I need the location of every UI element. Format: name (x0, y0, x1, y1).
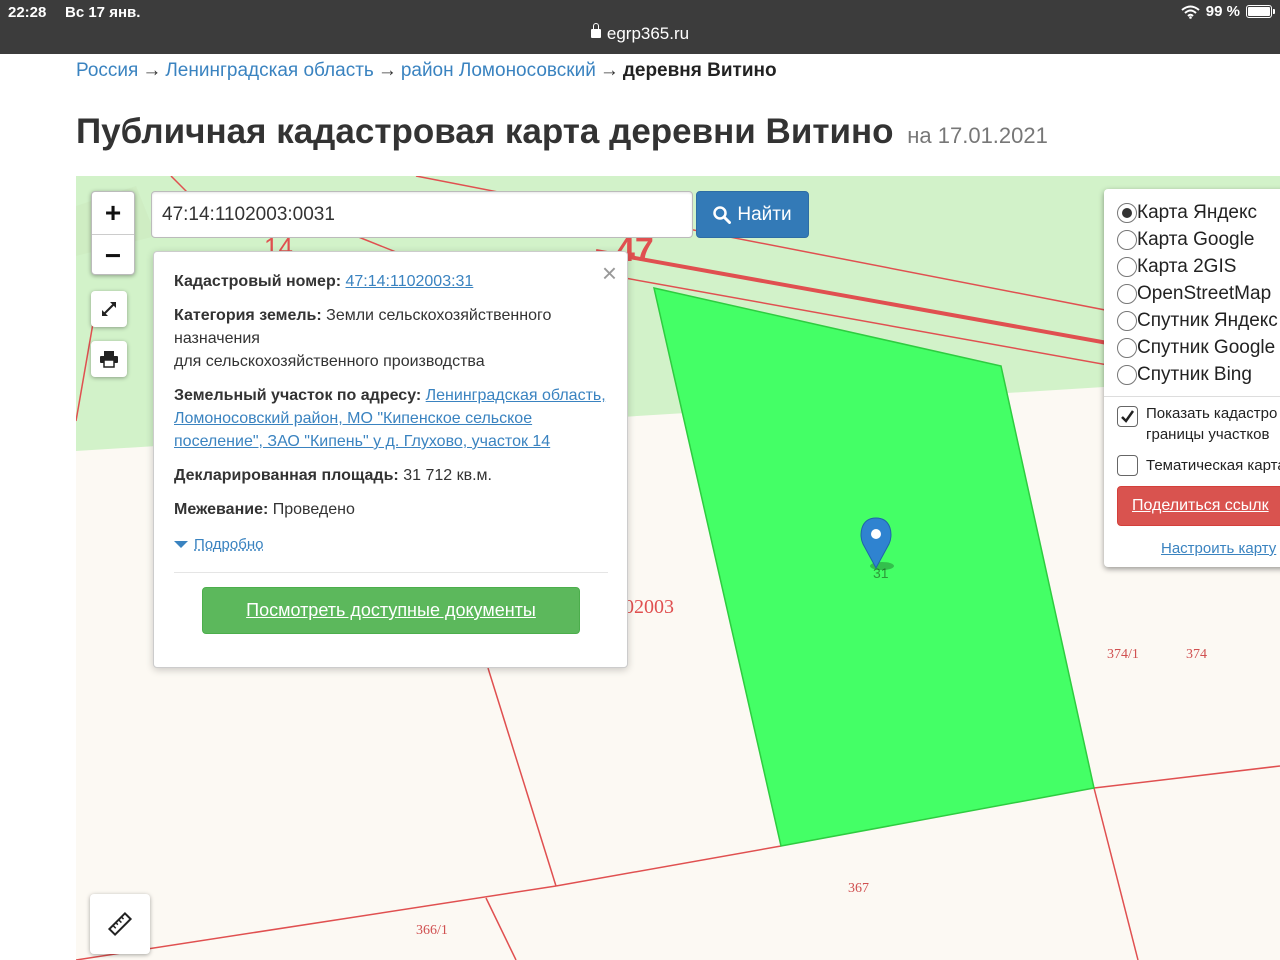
area-label: Декларированная площадь: (174, 467, 399, 484)
show-borders-label: Показать кадастро границы участков (1146, 403, 1277, 445)
checkbox-checked-icon[interactable] (1117, 406, 1138, 427)
radio-icon[interactable] (1117, 229, 1137, 250)
cadastral-number-link[interactable]: 47:14:1102003:31 (346, 273, 474, 290)
layer-option-label: Спутник Яндекс (1137, 309, 1278, 331)
map-label-374-1: 374/1 (1107, 647, 1139, 662)
layer-option-label: Спутник Bing (1137, 363, 1252, 385)
cadastral-number-row: Кадастровый номер: 47:14:1102003:31 (174, 270, 608, 293)
land-category-label: Категория земель: (174, 307, 322, 324)
layer-option-label: Карта Яндекс (1137, 201, 1258, 223)
layer-option-google-map[interactable]: Карта Google (1117, 226, 1280, 253)
radio-icon[interactable] (1117, 310, 1137, 331)
battery-icon (1246, 5, 1275, 18)
address-label: Земельный участок по адресу: (174, 387, 422, 404)
breadcrumb-region[interactable]: Ленинградская область (165, 60, 374, 81)
layer-option-label: Спутник Google (1137, 336, 1276, 358)
breadcrumb-separator: → (377, 60, 397, 81)
map-boundary-f (1093, 765, 1280, 789)
address-row: Земельный участок по адресу: Ленинградск… (174, 384, 608, 453)
zoom-control: + − (91, 191, 135, 275)
map-boundary-d (485, 897, 517, 960)
map-label-374: 374 (1186, 647, 1207, 662)
layer-option-label: OpenStreetMap (1137, 282, 1272, 304)
status-right: 99 % (1181, 3, 1275, 20)
layer-option-osm[interactable]: OpenStreetMap (1117, 280, 1280, 307)
thematic-map-label: Тематическая карта (1146, 457, 1280, 474)
breadcrumb: Россия → Ленинградская область → район Ломон… (76, 60, 777, 82)
popup-divider (174, 572, 608, 573)
layer-option-2gis-map[interactable]: Карта 2GIS (1117, 253, 1280, 280)
checkbox-empty-icon[interactable] (1117, 455, 1138, 476)
status-date: Вс 17 янв. (65, 4, 141, 21)
land-category-usage: для сельскохозяйственного производства (174, 353, 485, 370)
close-icon[interactable]: × (602, 260, 617, 286)
land-category-row: Категория земель: Земли сельскохозяйстве… (174, 304, 608, 373)
more-details-label: Подробно (194, 536, 264, 553)
layer-option-bing-satellite[interactable]: Спутник Bing (1117, 361, 1280, 388)
zoom-in-button[interactable]: + (92, 192, 134, 234)
search-icon (713, 205, 732, 224)
radio-icon[interactable] (1117, 256, 1137, 277)
show-borders-line-2: границы участков (1146, 426, 1270, 443)
share-link-button[interactable]: Поделиться ссылк (1117, 486, 1280, 526)
radio-icon[interactable] (1117, 283, 1137, 304)
ruler-button[interactable] (90, 894, 150, 954)
configure-map-link[interactable]: Настроить карту (1161, 540, 1280, 557)
print-icon (100, 351, 118, 368)
find-button-label: Найти (737, 203, 792, 225)
more-details-link[interactable]: Подробно (174, 533, 263, 556)
breadcrumb-separator: → (599, 60, 619, 81)
layers-panel: Карта Яндекс Карта Google Карта 2GIS Ope… (1104, 189, 1280, 567)
area-row: Декларированная площадь: 31 712 кв.м. (174, 464, 608, 487)
layer-option-yandex-map[interactable]: Карта Яндекс (1117, 199, 1280, 226)
status-time: 22:28 (8, 4, 47, 21)
address-url: egrp365.ru (606, 24, 690, 43)
zoom-out-button[interactable]: − (92, 234, 134, 276)
view-documents-button[interactable]: Посмотреть доступные документы (202, 587, 580, 634)
map-boundary-b (555, 845, 782, 887)
fullscreen-icon (102, 302, 116, 316)
breadcrumb-russia[interactable]: Россия (76, 60, 138, 81)
find-button[interactable]: Найти (696, 191, 809, 238)
map-boundary-a (487, 667, 557, 887)
breadcrumb-current: деревня Витино (622, 60, 777, 81)
cadastral-number-label: Кадастровый номер: (174, 273, 342, 290)
area-value: 31 712 кв.м. (403, 467, 492, 484)
map-boundary-e (1093, 787, 1139, 960)
radio-icon[interactable] (1117, 337, 1137, 358)
page-title-date: на 17.01.2021 (907, 123, 1048, 148)
layers-divider (1104, 396, 1280, 397)
layer-option-label: Карта Google (1137, 228, 1255, 250)
triangle-down-icon (174, 541, 188, 548)
radio-icon[interactable] (1117, 364, 1137, 385)
breadcrumb-district[interactable]: район Ломоносовский (401, 60, 596, 81)
show-borders-checkbox[interactable]: Показать кадастро границы участков (1117, 403, 1280, 445)
fullscreen-button[interactable] (91, 291, 127, 327)
radio-icon[interactable] (1117, 202, 1137, 223)
address-bar[interactable]: egrp365.ru (0, 23, 1280, 44)
ruler-icon (107, 911, 133, 937)
layer-option-google-satellite[interactable]: Спутник Google (1117, 334, 1280, 361)
layer-option-label: Карта 2GIS (1137, 255, 1237, 277)
survey-label: Межевание: (174, 501, 269, 518)
map-label-367: 367 (848, 881, 869, 896)
thematic-map-checkbox[interactable]: Тематическая карта (1117, 455, 1280, 476)
wifi-icon (1181, 5, 1200, 19)
map-label-366-1: 366/1 (416, 923, 448, 938)
cadastral-map[interactable]: 14 47 02003 31 374/1 374 367 366/1 + − 4… (76, 176, 1280, 960)
status-bar: 22:28 Вс 17 янв. egrp365.ru 99 % (0, 0, 1280, 54)
print-button[interactable] (91, 341, 127, 377)
layer-option-yandex-satellite[interactable]: Спутник Яндекс (1117, 307, 1280, 334)
map-label-quarter: 02003 (624, 596, 674, 618)
page-title: Публичная кадастровая карта деревни Вити… (76, 112, 1048, 152)
cadastral-search-input[interactable] (151, 191, 693, 238)
survey-value: Проведено (272, 501, 355, 518)
show-borders-line-1: Показать кадастро (1146, 405, 1278, 422)
parcel-info-popup: × Кадастровый номер: 47:14:1102003:31 Ка… (153, 251, 628, 668)
lock-icon (590, 23, 601, 38)
page-title-text: Публичная кадастровая карта деревни Вити… (76, 112, 894, 151)
battery-percent: 99 % (1205, 3, 1240, 20)
breadcrumb-separator: → (142, 60, 162, 81)
survey-row: Межевание: Проведено (174, 498, 608, 521)
